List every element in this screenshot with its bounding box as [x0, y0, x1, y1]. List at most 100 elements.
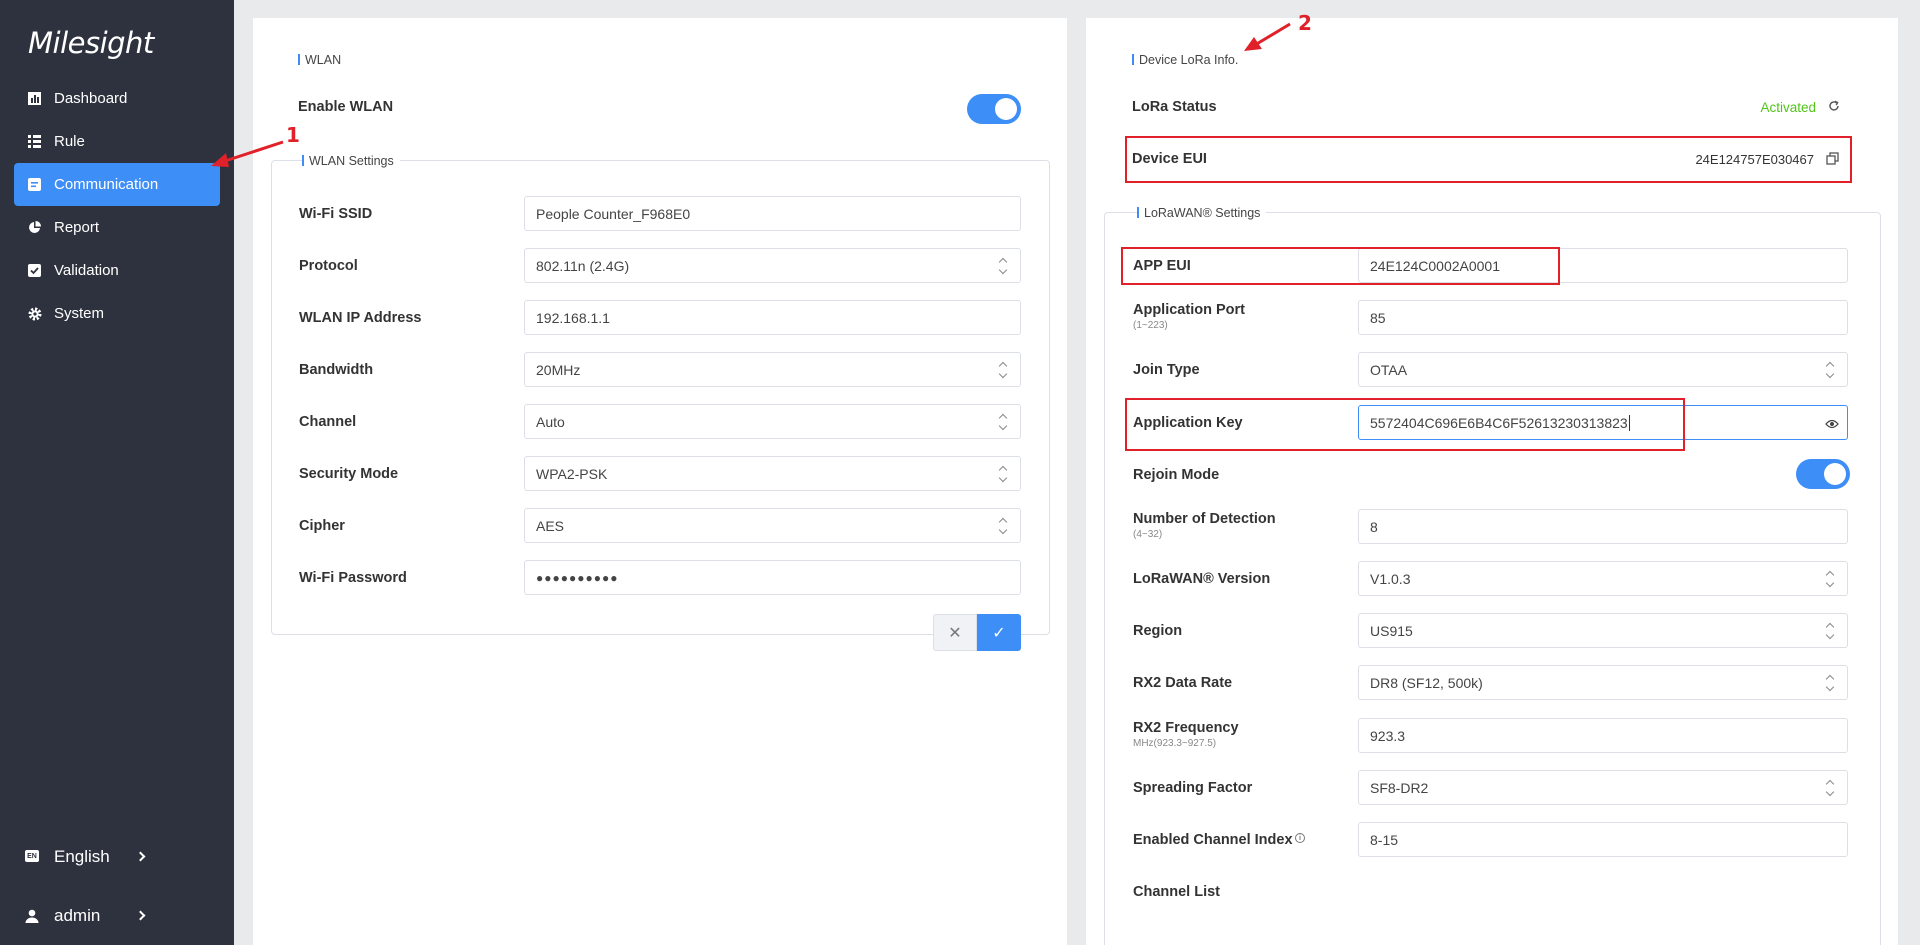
- sidebar-item-communication[interactable]: Communication: [14, 163, 220, 206]
- lora-field-label: Region: [1133, 623, 1183, 639]
- milesight-logo: Milesight: [28, 26, 154, 60]
- lora-field-label: Number of Detection: [1133, 511, 1276, 527]
- lora-field-8-select[interactable]: DR8 (SF12, 500k): [1358, 665, 1848, 700]
- wlan-field-3-select[interactable]: 20MHz: [524, 352, 1021, 387]
- lora-field-value: 923.3: [1370, 727, 1406, 744]
- lora-field-2-select[interactable]: OTAA: [1358, 352, 1848, 387]
- lora-field-value: SF8-DR2: [1370, 779, 1429, 796]
- chevron-updown-icon: [1825, 361, 1835, 379]
- wlan-field-label: Channel: [299, 414, 357, 430]
- wlan-field-value: People Counter_F968E0: [536, 205, 691, 222]
- wlan-field-value: 192.168.1.1: [536, 309, 610, 326]
- sidebar-item-label: Dashboard: [54, 90, 128, 107]
- wlan-field-4-select[interactable]: Auto: [524, 404, 1021, 439]
- lora-status-value: Activated: [1760, 100, 1816, 115]
- lora-field-value: 85: [1370, 309, 1386, 326]
- lora-field-label: RX2 Data Rate: [1133, 675, 1233, 691]
- lora-status-label: LoRa Status: [1132, 99, 1217, 115]
- wlan-field-label: Wi-Fi Password: [299, 570, 407, 586]
- wlan-settings-title: WLAN Settings: [302, 154, 400, 168]
- document-icon: [27, 177, 42, 192]
- lora-field-label: Enabled Channel Index: [1133, 832, 1293, 848]
- language-icon: EN: [25, 850, 39, 862]
- lora-field-hint: MHz(923.3~927.5): [1133, 738, 1217, 749]
- lora-field-11-input[interactable]: 8-15: [1358, 822, 1848, 857]
- lora-field-5-input[interactable]: 8: [1358, 509, 1848, 544]
- device-eui-highlight: [1125, 136, 1852, 183]
- sidebar-item-rule[interactable]: Rule: [14, 120, 220, 163]
- wlan-field-label: Security Mode: [299, 466, 399, 482]
- check-icon: [27, 263, 42, 278]
- lora-field-7-select[interactable]: US915: [1358, 613, 1848, 648]
- chevron-updown-icon: [1825, 622, 1835, 640]
- lora-field-9-input[interactable]: 923.3: [1358, 718, 1848, 753]
- chevron-updown-icon: [1825, 570, 1835, 588]
- eye-icon[interactable]: [1825, 417, 1839, 429]
- wlan-field-label: Protocol: [299, 258, 358, 274]
- sidebar-item-label: Report: [54, 219, 100, 236]
- chevron-updown-icon: [998, 465, 1008, 483]
- sidebar-item-label: Rule: [54, 133, 85, 150]
- lorawan-settings-title: LoRaWAN® Settings: [1137, 206, 1267, 220]
- save-button[interactable]: ✓: [977, 614, 1021, 651]
- wlan-field-1-select[interactable]: 802.11n (2.4G): [524, 248, 1021, 283]
- lora-field-1-input[interactable]: 85: [1358, 300, 1848, 335]
- lora-field-value: 8-15: [1370, 831, 1399, 848]
- lora-field-hint: (1~223): [1133, 320, 1168, 331]
- chevron-updown-icon: [998, 361, 1008, 379]
- chevron-updown-icon: [998, 517, 1008, 535]
- user-icon: [25, 908, 39, 923]
- sidebar: Milesight Dashboard Rule Communication R…: [0, 0, 234, 945]
- wlan-field-label: Wi-Fi SSID: [299, 206, 373, 222]
- lora-field-6-select[interactable]: V1.0.3: [1358, 561, 1848, 596]
- lora-field-10-select[interactable]: SF8-DR2: [1358, 770, 1848, 805]
- sidebar-item-label: Communication: [54, 176, 159, 193]
- annotation-label-1: 1: [286, 123, 300, 147]
- cancel-button[interactable]: ✕: [933, 614, 977, 651]
- wlan-field-value: ●●●●●●●●●●: [536, 570, 619, 585]
- wlan-field-label: WLAN IP Address: [299, 310, 422, 326]
- user-label: admin: [54, 906, 101, 925]
- sidebar-item-label: Validation: [54, 262, 119, 279]
- rejoin-mode-toggle[interactable]: [1796, 459, 1850, 489]
- wlan-field-value: 802.11n (2.4G): [536, 257, 630, 274]
- enable-wlan-toggle[interactable]: [967, 94, 1021, 124]
- sidebar-item-validation[interactable]: Validation: [14, 249, 220, 292]
- gear-icon: [27, 306, 42, 321]
- chevron-updown-icon: [1825, 779, 1835, 797]
- lora-field-label: Spreading Factor: [1133, 780, 1253, 796]
- wlan-field-6-select[interactable]: AES: [524, 508, 1021, 543]
- wlan-field-0-input[interactable]: People Counter_F968E0: [524, 196, 1021, 231]
- enable-wlan-label: Enable WLAN: [298, 99, 394, 115]
- lora-field-label: Join Type: [1133, 362, 1200, 378]
- lora-field-value: OTAA: [1370, 361, 1408, 378]
- lora-field-value: V1.0.3: [1370, 570, 1411, 587]
- pie-chart-icon: [27, 220, 42, 235]
- wlan-field-7-input[interactable]: ●●●●●●●●●●: [524, 560, 1021, 595]
- sidebar-item-label: System: [54, 305, 105, 322]
- lora-field-label: Rejoin Mode: [1133, 467, 1220, 483]
- lora-field-label: LoRaWAN® Version: [1133, 571, 1271, 587]
- wlan-field-2-input[interactable]: 192.168.1.1: [524, 300, 1021, 335]
- lora-field-label: Application Port: [1133, 302, 1245, 318]
- wlan-field-5-select[interactable]: WPA2-PSK: [524, 456, 1021, 491]
- lora-field-label: Channel List: [1133, 884, 1221, 900]
- wlan-field-value: 20MHz: [536, 361, 581, 378]
- chevron-right-icon: [135, 851, 146, 862]
- lora-field-value: 8: [1370, 518, 1378, 535]
- wlan-field-value: Auto: [536, 413, 565, 430]
- lora-field-hint: (4~32): [1133, 529, 1163, 540]
- refresh-icon[interactable]: [1827, 99, 1841, 113]
- chart-icon: [27, 91, 42, 106]
- info-icon[interactable]: i: [1295, 833, 1305, 843]
- wlan-field-label: Cipher: [299, 518, 345, 534]
- sidebar-item-report[interactable]: Report: [14, 206, 220, 249]
- application-key-highlight: [1125, 398, 1685, 451]
- lora-field-value: DR8 (SF12, 500k): [1370, 674, 1483, 691]
- chevron-updown-icon: [998, 257, 1008, 275]
- sidebar-item-dashboard[interactable]: Dashboard: [14, 77, 220, 120]
- wlan-panel: WLAN Enable WLAN WLAN Settings Wi-Fi SSI…: [253, 18, 1067, 945]
- chevron-updown-icon: [1825, 674, 1835, 692]
- sidebar-item-system[interactable]: System: [14, 292, 220, 335]
- annotation-label-2: 2: [1298, 11, 1312, 35]
